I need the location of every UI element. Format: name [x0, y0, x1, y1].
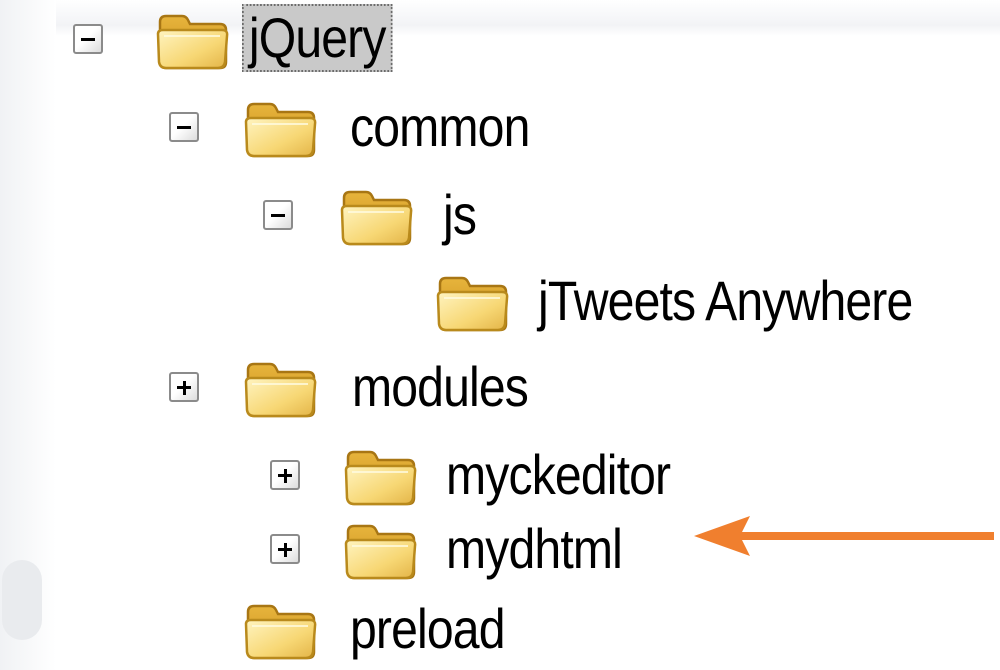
tree-node-label[interactable]: preload: [350, 598, 505, 660]
tree-node-modules[interactable]: modules: [0, 352, 620, 422]
tree-node-label[interactable]: myckeditor: [446, 444, 671, 506]
folder-tree: jQuery common js jTweets Anywhere module…: [0, 0, 1000, 670]
tree-node-myckeditor[interactable]: myckeditor: [0, 440, 760, 510]
tree-node-jquery[interactable]: jQuery: [0, 4, 460, 74]
minus-icon[interactable]: [73, 24, 103, 54]
annotation-arrow-icon: [694, 514, 994, 558]
folder-icon: [436, 274, 510, 332]
minus-icon[interactable]: [263, 200, 293, 230]
tree-node-label[interactable]: jTweets Anywhere: [538, 270, 913, 332]
tree-node-label[interactable]: mydhtml: [446, 518, 623, 580]
tree-node-common[interactable]: common: [0, 92, 600, 162]
folder-icon: [244, 360, 318, 418]
tree-node-label[interactable]: jQuery: [242, 4, 393, 72]
plus-icon[interactable]: [270, 534, 300, 564]
folder-icon: [156, 12, 230, 70]
folder-icon: [244, 100, 318, 158]
tree-view-window: jQuery common js jTweets Anywhere module…: [0, 0, 1000, 670]
folder-icon: [344, 448, 418, 506]
plus-icon[interactable]: [270, 460, 300, 490]
tree-node-label[interactable]: js: [443, 184, 477, 246]
folder-icon: [340, 188, 414, 246]
tree-node-preload[interactable]: preload: [0, 594, 600, 664]
tree-node-mydhtml[interactable]: mydhtml: [0, 514, 690, 584]
tree-node-label[interactable]: common: [350, 96, 530, 158]
plus-icon[interactable]: [169, 372, 199, 402]
folder-icon: [244, 602, 318, 660]
tree-node-label[interactable]: modules: [352, 356, 529, 418]
tree-node-jtweets-anywhere[interactable]: jTweets Anywhere: [0, 266, 1000, 336]
tree-node-js[interactable]: js: [0, 180, 500, 250]
folder-icon: [344, 522, 418, 580]
minus-icon[interactable]: [169, 112, 199, 142]
